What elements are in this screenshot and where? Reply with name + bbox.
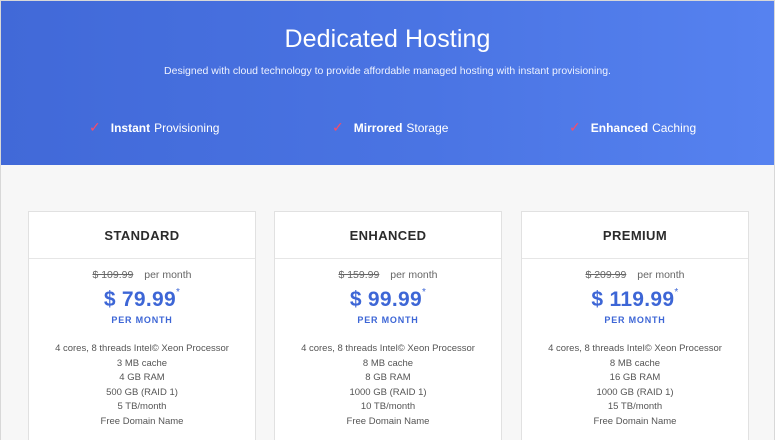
feature-item: 4 cores, 8 threads Intel© Xeon Processor (301, 343, 475, 354)
price-period: PER MONTH (111, 315, 173, 325)
plan-features: 4 cores, 8 threads Intel© Xeon Processor… (522, 342, 748, 429)
price-asterisk: * (421, 287, 427, 298)
feature-rest: Provisioning (154, 121, 220, 135)
old-price-row: $ 159.99 per month (275, 269, 501, 281)
price-value: $ 79.99 (103, 288, 176, 311)
feature-instant-provisioning: ✓ Instant Provisioning (89, 119, 219, 137)
price-asterisk: * (674, 287, 679, 298)
plan-name: PREMIUM (522, 212, 748, 259)
feature-item: 15 TB/month (607, 401, 663, 412)
old-price-period: per month (637, 269, 685, 281)
plan-card-enhanced[interactable]: ENHANCED $ 159.99 per month $ 99.99* PER… (274, 211, 502, 440)
old-price-period: per month (390, 269, 438, 281)
price: $ 119.99* (522, 287, 748, 312)
check-icon: ✓ (569, 118, 581, 135)
price: $ 79.99* (29, 287, 255, 312)
title-bold: Hosting (405, 25, 491, 53)
check-icon: ✓ (89, 118, 101, 135)
plan-card-standard[interactable]: STANDARD $ 109.99 per month $ 79.99* PER… (28, 211, 256, 440)
price-period: PER MONTH (604, 315, 666, 325)
old-price: $ 159.99 (338, 269, 380, 281)
price-value: $ 119.99 (591, 288, 675, 311)
feature-rest: Caching (652, 121, 697, 135)
feature-item: 8 MB cache (609, 357, 661, 369)
feature-item: 4 cores, 8 threads Intel© Xeon Processor (548, 343, 722, 354)
feature-bold: Enhanced (590, 121, 649, 135)
feature-mirrored-storage: ✓ Mirrored Storage (332, 119, 448, 137)
feature-item: 4 cores, 8 threads Intel© Xeon Processor (55, 343, 229, 354)
feature-item: 3 MB cache (116, 357, 168, 369)
hero-banner: Dedicated Hosting Designed with cloud te… (1, 1, 774, 165)
price: $ 99.99* (275, 287, 501, 312)
old-price-period: per month (144, 269, 192, 281)
old-price-row: $ 209.99 per month (522, 269, 748, 281)
old-price-row: $ 109.99 per month (29, 269, 255, 281)
feature-rest: Storage (406, 121, 449, 135)
plan-card-premium[interactable]: PREMIUM $ 209.99 per month $ 119.99* PER… (521, 211, 749, 440)
price-value: $ 99.99 (349, 288, 422, 311)
page-title: Dedicated Hosting (1, 25, 774, 54)
price-asterisk: * (175, 287, 181, 298)
feature-item: Free Domain Name (346, 415, 430, 427)
feature-bold: Mirrored (353, 121, 403, 135)
feature-item: Free Domain Name (593, 415, 677, 427)
feature-item: 4 GB RAM (119, 372, 165, 383)
feature-item: Free Domain Name (100, 415, 184, 427)
feature-item: 1000 GB (RAID 1) (596, 386, 674, 398)
feature-item: 8 MB cache (362, 357, 414, 369)
feature-item: 1000 GB (RAID 1) (349, 386, 427, 398)
old-price: $ 209.99 (585, 269, 627, 281)
feature-item: 5 TB/month (117, 401, 167, 412)
plan-name: ENHANCED (275, 212, 501, 259)
feature-bold: Instant (110, 121, 151, 135)
feature-enhanced-caching: ✓ Enhanced Caching (569, 119, 696, 137)
old-price: $ 109.99 (92, 269, 134, 281)
hero-subtitle: Designed with cloud technology to provid… (164, 65, 611, 77)
check-icon: ✓ (332, 118, 344, 135)
price-period: PER MONTH (357, 315, 419, 325)
title-light: Dedicated (284, 25, 398, 53)
feature-item: 16 GB RAM (609, 372, 661, 383)
plan-features: 4 cores, 8 threads Intel© Xeon Processor… (275, 342, 501, 429)
feature-item: 500 GB (RAID 1) (106, 386, 178, 398)
plan-name: STANDARD (29, 212, 255, 259)
feature-item: 8 GB RAM (365, 372, 411, 383)
plan-features: 4 cores, 8 threads Intel© Xeon Processor… (29, 342, 255, 429)
feature-item: 10 TB/month (360, 401, 416, 412)
